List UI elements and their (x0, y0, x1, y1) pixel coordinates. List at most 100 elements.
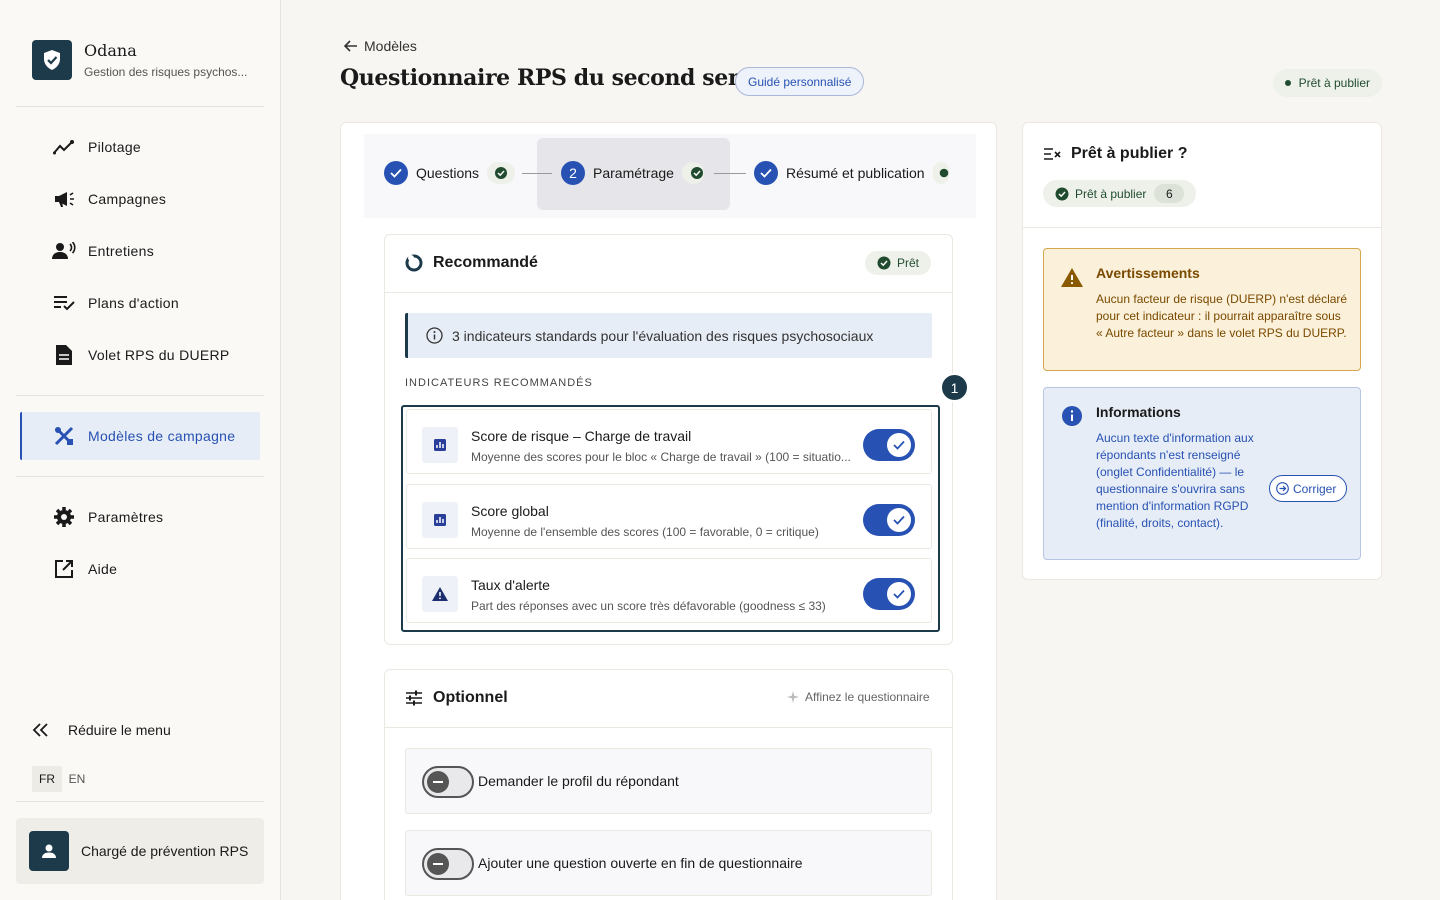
indicator-row: Score de risque – Charge de travail Moye… (406, 409, 932, 474)
brand[interactable]: Odana Gestion des risques psychos... (32, 40, 247, 80)
indicator-title: Score de risque – Charge de travail (471, 428, 692, 444)
sidebar-item-entretiens[interactable]: Entretiens (40, 231, 260, 271)
ready-badge: Prêt (865, 251, 932, 275)
indicator-toggle[interactable] (863, 504, 915, 536)
divider (16, 801, 264, 802)
step-resume-publication[interactable]: Résumé et publication (754, 160, 949, 186)
step-connector (522, 173, 552, 174)
sidebar-item-plans-action[interactable]: Plans d'action (40, 283, 260, 323)
sidebar-item-campagnes[interactable]: Campagnes (40, 179, 260, 219)
warning-title: Avertissements (1096, 265, 1200, 281)
info-alert: Informations Aucun texte d'information a… (1043, 387, 1361, 560)
collapse-menu-button[interactable]: Réduire le menu (32, 722, 171, 738)
indicator-desc: Moyenne des scores pour le bloc « Charge… (471, 450, 851, 464)
divider (16, 476, 264, 477)
brand-name: Odana (84, 41, 137, 60)
warning-icon (422, 576, 458, 612)
warning-text: Aucun facteur de risque (DUERP) n'est dé… (1096, 292, 1348, 340)
sidebar-item-pilotage[interactable]: Pilotage (40, 127, 260, 167)
user-card[interactable]: Chargé de prévention RPS (16, 818, 264, 884)
indicator-desc: Moyenne de l'ensemble des scores (100 = … (471, 525, 819, 539)
sparkle-icon (786, 690, 800, 704)
sidebar-item-label: Volet RPS du DUERP (88, 347, 230, 363)
check-circle-icon (487, 162, 516, 184)
sliders-icon (405, 690, 423, 706)
sidebar-item-volet-rps[interactable]: Volet RPS du DUERP (40, 335, 260, 375)
ready-badge: Prêt à publier 6 (1043, 180, 1197, 207)
status-label: Prêt à publier (1298, 76, 1370, 90)
status-dot (1284, 80, 1291, 86)
status-badge: Prêt à publier (1272, 69, 1382, 97)
indicator-toggle[interactable] (863, 578, 915, 610)
arrow-right-icon (1276, 482, 1289, 495)
optional-heading: Optionnel (405, 689, 508, 707)
user-name: Chargé de prévention RPS (81, 843, 249, 859)
divider (385, 727, 952, 728)
chart-icon (422, 427, 458, 463)
warning-icon (1060, 265, 1084, 289)
indicator-row: Score global Moyenne de l'ensemble des s… (406, 484, 932, 549)
indicator-title: Taux d'alerte (471, 577, 550, 593)
trend-icon (52, 135, 76, 159)
fix-button[interactable]: Corriger (1269, 475, 1348, 502)
divider (1023, 227, 1381, 228)
info-icon (1060, 404, 1084, 428)
sidebar-item-aide[interactable]: Aide (40, 549, 260, 589)
publish-panel-heading: Prêt à publier ? (1043, 145, 1187, 163)
back-link[interactable]: Modèles (344, 38, 417, 54)
ready-count: 6 (1154, 184, 1185, 203)
person-voice-icon (52, 239, 76, 263)
sidebar-item-label: Entretiens (88, 243, 155, 259)
indicator-toggle[interactable] (863, 429, 915, 461)
brand-subtitle: Gestion des risques psychos... (84, 65, 248, 79)
recommended-heading: Recommandé (405, 254, 538, 272)
divider (16, 395, 264, 396)
sidebar-item-label: Modèles de campagne (88, 428, 236, 444)
back-label: Modèles (364, 38, 417, 54)
divider (16, 106, 264, 107)
optional-hint-text: Affinez le questionnaire (805, 690, 930, 704)
ready-label: Prêt (897, 256, 920, 270)
option-label: Demander le profil du répondant (478, 773, 679, 789)
info-banner: 3 indicateurs standards pour l'évaluatio… (405, 313, 932, 358)
check-circle-icon (932, 162, 949, 184)
minus-icon (427, 771, 449, 793)
document-icon (52, 343, 76, 367)
ready-label: Prêt à publier (1075, 186, 1147, 201)
fix-label: Corriger (1293, 481, 1337, 496)
user-icon (29, 831, 69, 871)
section-label: INDICATEURS RECOMMANDÉS (405, 377, 593, 389)
check-icon (754, 161, 778, 185)
option-toggle[interactable] (422, 766, 474, 798)
sidebar-item-label: Paramètres (88, 509, 164, 525)
check-circle-icon (681, 162, 704, 184)
info-text: 3 indicateurs standards pour l'évaluatio… (452, 327, 874, 344)
sidebar-item-modeles-campagne[interactable]: Modèles de campagne (20, 412, 260, 460)
chart-icon (422, 502, 458, 538)
step-label: Résumé et publication (786, 165, 925, 181)
divider (385, 292, 952, 293)
check-circle-icon (1055, 187, 1069, 201)
gear-icon (52, 505, 76, 529)
step-label: Questions (416, 165, 480, 181)
recommended-title: Recommandé (433, 254, 538, 271)
check-icon (384, 161, 408, 185)
recommended-icon (405, 254, 423, 272)
info-text: Aucun texte d'information aux répondants… (1096, 431, 1254, 530)
indicator-row: Taux d'alerte Part des réponses avec un … (406, 558, 932, 623)
megaphone-icon (52, 187, 76, 211)
option-toggle[interactable] (422, 848, 474, 880)
lang-en[interactable]: EN (62, 766, 92, 792)
step-parametrage[interactable]: 2 Paramétrage (561, 160, 704, 186)
sidebar-item-label: Campagnes (88, 191, 167, 207)
list-check-icon (1043, 147, 1061, 161)
guide-badge: Guidé personnalisé (735, 67, 865, 96)
checklist-icon (52, 291, 76, 315)
lang-fr[interactable]: FR (32, 766, 62, 792)
step-questions[interactable]: Questions (384, 160, 516, 186)
indicator-desc: Part des réponses avec un score très déf… (471, 599, 826, 613)
tools-icon (52, 424, 76, 448)
arrow-left-icon (344, 40, 358, 52)
sidebar-item-parametres[interactable]: Paramètres (40, 497, 260, 537)
sidebar-item-label: Plans d'action (88, 295, 179, 311)
